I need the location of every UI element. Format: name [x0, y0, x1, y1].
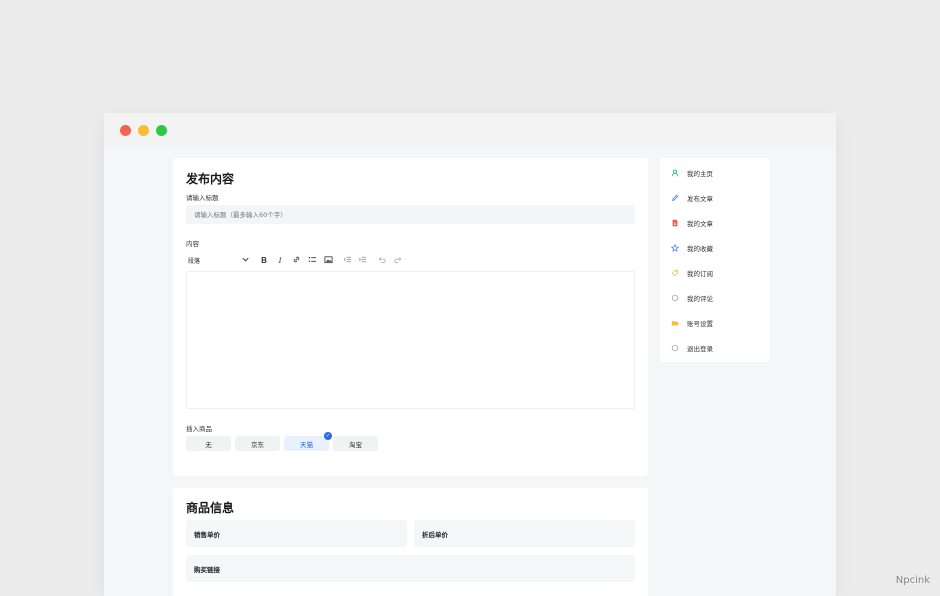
- paragraph-select[interactable]: 段落: [186, 253, 252, 267]
- menu-item-label: 我的收藏: [687, 245, 713, 253]
- discount-price-field[interactable]: 折后单价: [414, 520, 635, 547]
- folder-icon: [670, 319, 679, 328]
- menu-item-label: 我的订阅: [687, 270, 713, 278]
- menu-item-account-settings[interactable]: 账号设置: [660, 314, 770, 332]
- side-menu: 我的主页 发布文章 我的文章 我的收藏 我的订阅 我的评论 账号设置 退出登录: [660, 158, 770, 362]
- bold-icon: B: [261, 255, 267, 265]
- menu-item-publish-article[interactable]: 发布文章: [660, 189, 770, 207]
- title-bar: [104, 113, 836, 146]
- outdent-button[interactable]: [341, 253, 353, 267]
- italic-icon: I: [278, 255, 282, 265]
- redo-icon: [393, 255, 402, 266]
- document-icon: [670, 219, 679, 228]
- app-window: 发布内容 请输入标题 内容 段落 B I: [104, 113, 836, 596]
- bullet-list-button[interactable]: [306, 253, 318, 267]
- image-button[interactable]: [322, 253, 334, 267]
- paragraph-select-value: 段落: [188, 257, 201, 265]
- menu-item-label: 我的文章: [687, 220, 713, 228]
- user-icon: [670, 169, 679, 178]
- content-editor[interactable]: [186, 271, 635, 409]
- goods-option-label: 京东: [251, 440, 264, 449]
- comment-icon: [670, 294, 679, 303]
- menu-item-label: 账号设置: [687, 320, 713, 328]
- goods-option-tmall[interactable]: 天猫 ✓: [284, 432, 332, 451]
- goods-option-label: 无: [205, 440, 212, 449]
- menu-item-my-favorites[interactable]: 我的收藏: [660, 239, 770, 257]
- goods-option-label: 淘宝: [349, 440, 362, 449]
- link-icon: [292, 255, 301, 266]
- italic-button[interactable]: I: [274, 253, 286, 267]
- close-window-button[interactable]: [120, 125, 131, 136]
- goods-option-none[interactable]: 无: [186, 436, 231, 451]
- menu-item-label: 发布文章: [687, 195, 713, 203]
- sale-price-field[interactable]: 销售单价: [186, 520, 407, 547]
- publish-card: 发布内容 请输入标题 内容 段落 B I: [173, 158, 648, 476]
- buy-link-field[interactable]: 购买链接: [186, 555, 635, 582]
- menu-item-my-home[interactable]: 我的主页: [660, 164, 770, 182]
- watermark: Npcink: [895, 575, 930, 586]
- title-input[interactable]: [186, 205, 635, 224]
- editor-toolbar: 段落 B I: [186, 253, 635, 267]
- menu-item-label: 我的评论: [687, 295, 713, 303]
- menu-item-my-subscriptions[interactable]: 我的订阅: [660, 264, 770, 282]
- star-icon: [670, 244, 679, 253]
- menu-item-label: 我的主页: [687, 170, 713, 178]
- outdent-icon: [343, 255, 352, 266]
- goods-option-taobao[interactable]: 淘宝: [333, 436, 378, 451]
- goods-info-card: 商品信息 销售单价 折后单价 购买链接: [173, 488, 648, 596]
- content-label: 内容: [186, 240, 199, 248]
- menu-item-label: 退出登录: [687, 345, 713, 353]
- insert-goods-label: 插入商品: [186, 425, 212, 433]
- image-icon: [323, 255, 333, 266]
- check-icon: ✓: [324, 432, 332, 440]
- title-label: 请输入标题: [186, 194, 219, 202]
- pencil-icon: [670, 194, 679, 203]
- bullet-list-icon: [308, 255, 317, 266]
- logout-icon: [670, 344, 679, 353]
- publish-heading: 发布内容: [186, 172, 235, 186]
- minimize-window-button[interactable]: [138, 125, 149, 136]
- goods-option-label: 天猫: [300, 440, 313, 449]
- menu-item-my-comments[interactable]: 我的评论: [660, 289, 770, 307]
- menu-item-logout[interactable]: 退出登录: [660, 339, 770, 357]
- bold-button[interactable]: B: [258, 253, 270, 267]
- indent-button[interactable]: [356, 253, 368, 267]
- menu-item-my-articles[interactable]: 我的文章: [660, 214, 770, 232]
- indent-icon: [358, 255, 367, 266]
- redo-button[interactable]: [391, 253, 403, 267]
- goods-option-jd[interactable]: 京东: [235, 436, 280, 451]
- chevron-down-icon: [241, 255, 250, 266]
- goods-heading: 商品信息: [186, 501, 235, 515]
- undo-button[interactable]: [376, 253, 388, 267]
- undo-icon: [378, 255, 387, 266]
- link-button[interactable]: [290, 253, 302, 267]
- maximize-window-button[interactable]: [156, 125, 167, 136]
- tag-icon: [670, 269, 679, 278]
